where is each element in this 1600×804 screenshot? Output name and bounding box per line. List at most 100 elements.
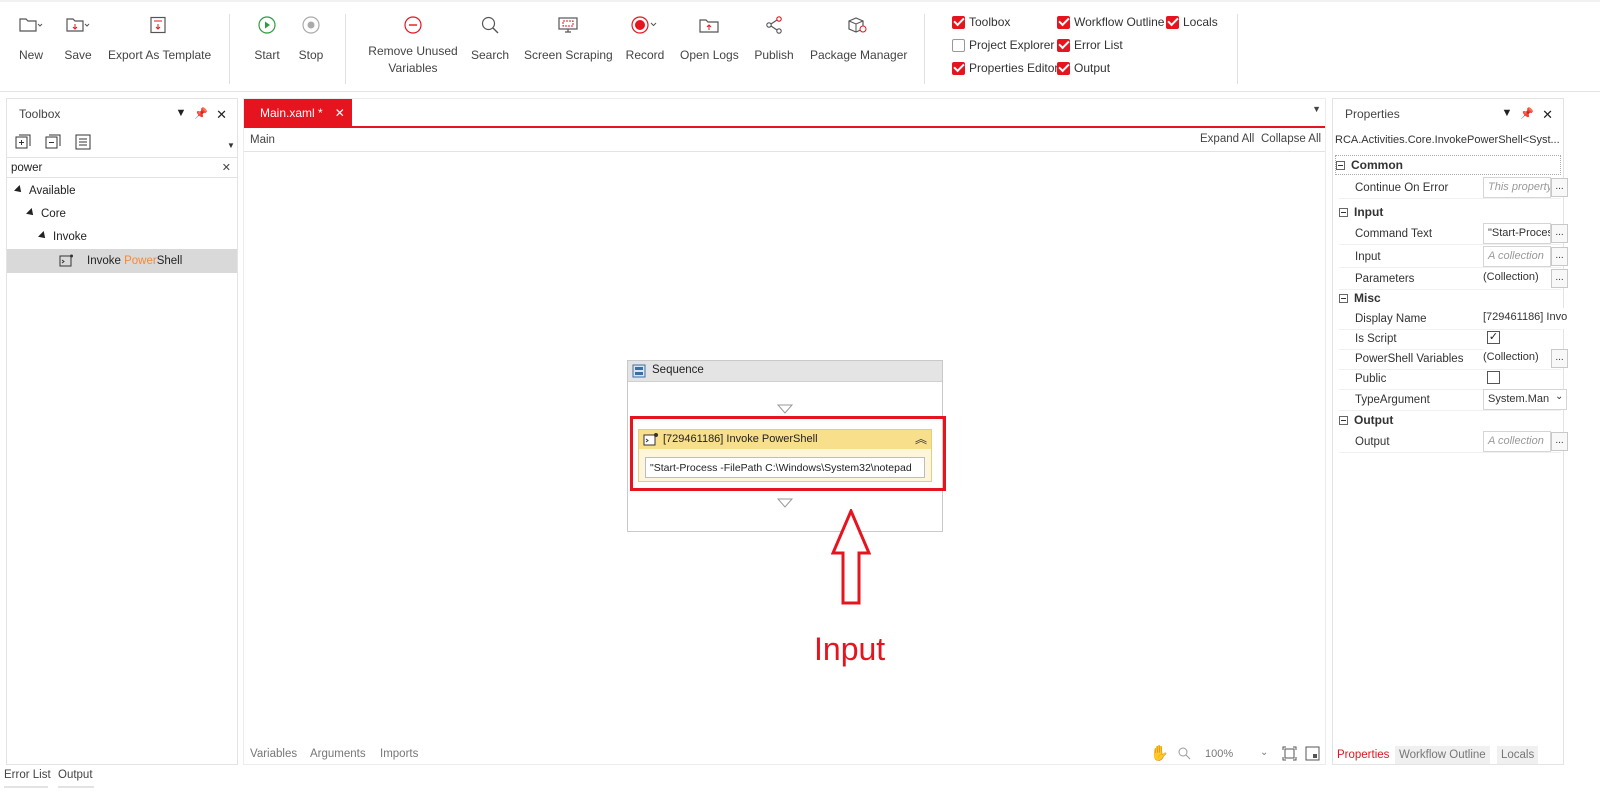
category-misc[interactable]: Misc [1339, 288, 1381, 308]
search-button[interactable]: Search [470, 12, 510, 62]
new-folder-icon [14, 12, 48, 38]
remove-unused-variables-button[interactable]: Remove Unused Variables [368, 12, 458, 76]
powershell-variables-value: (Collection) [1483, 348, 1551, 369]
close-tab-icon[interactable]: ✕ [335, 106, 345, 120]
tab-main-xaml[interactable]: Main.xaml * ✕ [244, 99, 352, 126]
tab-imports[interactable]: Imports [380, 748, 418, 760]
ellipsis-button[interactable]: ... [1551, 349, 1568, 368]
pin-icon[interactable]: 📌 [1520, 107, 1534, 123]
properties-bottom-tabs: Properties Workflow Outline Locals [1333, 744, 1563, 764]
stop-button[interactable]: Stop [296, 12, 326, 62]
ellipsis-button[interactable]: ... [1551, 269, 1568, 288]
tab-variables[interactable]: Variables [250, 748, 297, 760]
dropdown-arrow-icon[interactable]: ▼ [1502, 107, 1513, 123]
collapse-category-icon [1339, 293, 1348, 303]
category-output[interactable]: Output [1339, 410, 1393, 430]
publish-button[interactable]: Publish [752, 12, 796, 62]
zoom-dropdown-icon[interactable]: ⌄ [1260, 747, 1268, 758]
toggle-workflow-outline-panel[interactable]: Workflow Outline [1057, 15, 1164, 29]
tab-error-list[interactable]: Error List [4, 769, 51, 781]
is-script-checkbox[interactable]: ✓ [1487, 331, 1500, 344]
export-template-icon [108, 12, 208, 38]
ribbon-separator [1237, 14, 1238, 84]
dropdown-arrow-icon[interactable]: ▼ [176, 107, 187, 123]
close-icon[interactable]: ✕ [1542, 107, 1553, 123]
collapse-all-icon[interactable] [45, 134, 61, 150]
toggle-project-explorer-panel[interactable]: Project Explorer [952, 38, 1054, 52]
toolbox-search-box: ✕ [7, 157, 237, 178]
pin-icon[interactable]: 📌 [194, 107, 208, 123]
share-icon [752, 12, 796, 38]
tree-node-invoke[interactable]: Invoke [38, 231, 87, 243]
package-icon [810, 12, 904, 38]
hand-pan-icon[interactable]: ✋ [1150, 744, 1169, 762]
list-view-icon[interactable] [75, 134, 91, 150]
ellipsis-button[interactable]: ... [1551, 224, 1568, 243]
tree-node-core[interactable]: Core [26, 208, 66, 220]
input-field[interactable]: A collection [1483, 246, 1551, 267]
tab-locals[interactable]: Locals [1497, 746, 1539, 764]
powershell-activity-icon [59, 254, 73, 267]
expand-all-icon[interactable] [15, 134, 31, 150]
toggle-output-panel[interactable]: Output [1057, 61, 1110, 75]
annotation-up-arrow-icon [831, 509, 871, 605]
tab-properties[interactable]: Properties [1337, 749, 1389, 761]
record-button[interactable]: Record [624, 12, 666, 62]
clear-search-icon[interactable]: ✕ [222, 161, 231, 174]
drop-target-arrow-icon [777, 404, 793, 414]
expand-all-link[interactable]: Expand All [1200, 133, 1254, 145]
save-button[interactable]: Save [62, 12, 94, 62]
property-command-text: Command Text "Start-Process ... [1339, 222, 1568, 245]
export-as-template-button[interactable]: Export As Template [108, 12, 211, 62]
open-logs-button[interactable]: Open Logs [680, 12, 739, 62]
breadcrumb[interactable]: Main [250, 134, 275, 146]
expanded-triangle-icon [26, 208, 36, 218]
category-input[interactable]: Input [1339, 202, 1383, 222]
start-button[interactable]: Start [252, 12, 282, 62]
screen-scraping-icon [524, 12, 612, 38]
breadcrumb-bar: Main Expand All Collapse All [244, 128, 1325, 152]
workflow-designer: Main.xaml * ✕ ▼ Main Expand All Collapse… [243, 98, 1326, 765]
toolbox-options-icon[interactable]: ▼ [227, 141, 235, 150]
save-icon [62, 12, 94, 38]
ribbon-separator [924, 14, 925, 84]
checkbox-unchecked-icon [952, 38, 965, 52]
toggle-toolbox-panel[interactable]: Toolbox [952, 15, 1010, 29]
fit-to-screen-icon[interactable] [1282, 746, 1297, 761]
command-text-field[interactable]: "Start-Process [1483, 223, 1551, 244]
checkbox-checked-icon [1057, 38, 1070, 52]
category-common[interactable]: Common [1335, 155, 1561, 175]
public-checkbox[interactable] [1487, 371, 1500, 384]
tab-workflow-outline[interactable]: Workflow Outline [1395, 746, 1490, 764]
parameters-value: (Collection) [1483, 268, 1551, 289]
toggle-error-list-panel[interactable]: Error List [1057, 38, 1123, 52]
property-public: Public [1339, 367, 1561, 390]
zoom-level[interactable]: 100% [1205, 748, 1233, 760]
top-tab-strip [0, 0, 1600, 2]
tree-node-available[interactable]: Available [14, 185, 75, 197]
close-icon[interactable]: ✕ [216, 107, 227, 123]
screen-scraping-button[interactable]: Screen Scraping [524, 12, 613, 62]
stop-icon [296, 12, 326, 38]
continue-on-error-field[interactable]: This property [1483, 177, 1551, 198]
new-button[interactable]: New [14, 12, 48, 62]
ellipsis-button[interactable]: ... [1551, 432, 1568, 451]
output-field[interactable]: A collection [1483, 431, 1551, 452]
tree-item-invoke-powershell[interactable]: Invoke PowerShell [7, 249, 237, 273]
collapse-all-link[interactable]: Collapse All [1261, 133, 1321, 145]
toggle-locals-panel[interactable]: Locals [1166, 15, 1218, 29]
zoom-search-icon[interactable] [1178, 747, 1191, 760]
tab-arguments[interactable]: Arguments [310, 748, 366, 760]
overview-map-icon[interactable] [1305, 746, 1320, 761]
display-name-field[interactable]: [729461186] Invoke [1483, 308, 1567, 329]
ellipsis-button[interactable]: ... [1551, 178, 1568, 197]
toggle-properties-editor-panel[interactable]: Properties Editor [952, 61, 1058, 75]
tab-overflow-icon[interactable]: ▼ [1312, 104, 1321, 114]
properties-panel: Properties ▼ 📌 ✕ RCA.Activities.Core.Inv… [1332, 98, 1568, 765]
chevron-down-icon[interactable]: ⌄ [1555, 391, 1563, 402]
package-manager-button[interactable]: Package Manager [810, 12, 907, 62]
tab-output[interactable]: Output [58, 769, 93, 781]
checkbox-checked-icon [952, 61, 965, 75]
toolbox-search-input[interactable] [11, 160, 211, 176]
ellipsis-button[interactable]: ... [1551, 247, 1568, 266]
